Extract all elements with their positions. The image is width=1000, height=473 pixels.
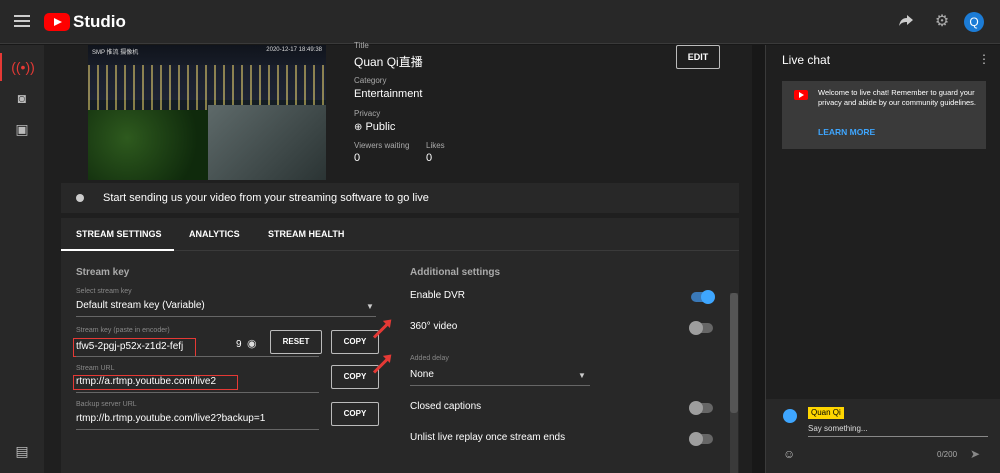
stream-settings-panel: STREAM SETTINGS ANALYTICS STREAM HEALTH … — [61, 218, 739, 473]
gear-icon[interactable]: ⚙ — [932, 12, 952, 32]
dvr-toggle[interactable] — [691, 290, 715, 304]
preview-label: SMP 推流 摄像机 — [92, 50, 139, 56]
scrollbar-thumb[interactable] — [730, 293, 738, 413]
backup-underline — [76, 429, 319, 430]
left-nav: ((•)) ◙ ▣ ▤ — [0, 45, 44, 473]
avatar — [783, 409, 797, 423]
privacy-label: Privacy — [354, 109, 381, 118]
dvr-label: Enable DVR — [410, 290, 466, 301]
additional-title: Additional settings — [410, 267, 500, 278]
category-label: Category — [354, 76, 387, 85]
key-label: Stream key (paste in encoder) — [76, 327, 170, 334]
title-label: Title — [354, 41, 369, 50]
likes-label: Likes — [426, 141, 445, 150]
learn-more-link[interactable]: LEARN MORE — [818, 127, 875, 137]
tab-bar: STREAM SETTINGS ANALYTICS STREAM HEALTH — [61, 218, 739, 251]
tab-analytics[interactable]: ANALYTICS — [189, 229, 240, 239]
select-underline — [76, 316, 376, 317]
welcome-card: Welcome to live chat! Remember to guard … — [782, 81, 986, 149]
char-counter: 0/200 — [937, 450, 958, 459]
status-text: Start sending us your video from your st… — [103, 192, 429, 204]
reset-button[interactable]: RESET — [270, 330, 322, 354]
send-icon[interactable]: ➤ — [970, 447, 980, 461]
likes-value: 0 — [426, 152, 433, 164]
captions-label: Closed captions — [410, 401, 482, 412]
active-tab-indicator — [61, 249, 174, 251]
copy-key-button[interactable]: COPY — [331, 330, 379, 354]
url-underline — [76, 392, 319, 393]
chevron-down-icon[interactable]: ▼ — [578, 371, 586, 380]
chevron-down-icon[interactable]: ▼ — [366, 302, 374, 311]
camera-icon[interactable]: ◙ — [0, 84, 44, 112]
edit-button[interactable]: EDIT — [676, 45, 720, 69]
chat-input-underline — [808, 436, 988, 437]
unlist-toggle[interactable] — [689, 432, 713, 446]
chat-input[interactable]: Say something... — [808, 424, 868, 433]
backup-label: Backup server URL — [76, 401, 137, 408]
top-bar: Studio ⚙ Q — [0, 0, 1000, 44]
main-content: SMP 推流 摄像机 2020-12-17 18:49:38 Title Qua… — [44, 41, 752, 473]
stream-title: Quan Qi直播 — [354, 55, 423, 69]
tab-stream-settings[interactable]: STREAM SETTINGS — [76, 229, 162, 239]
video360-label: 360° video — [410, 321, 458, 332]
share-icon[interactable] — [896, 12, 916, 32]
delay-underline — [410, 385, 590, 386]
settings-scrollbar[interactable] — [730, 293, 738, 473]
more-options-icon[interactable]: ⋮ — [978, 52, 990, 66]
unlist-label: Unlist live replay once stream ends — [410, 432, 566, 443]
eye-icon[interactable]: ◉ — [247, 337, 257, 350]
app-title: Studio — [73, 12, 126, 31]
status-bar: Start sending us your video from your st… — [61, 183, 739, 213]
feedback-icon[interactable]: ▤ — [0, 437, 44, 465]
tab-stream-health[interactable]: STREAM HEALTH — [268, 229, 344, 239]
key-count: 9 — [236, 339, 242, 350]
backup-input[interactable]: rtmp://b.rtmp.youtube.com/live2?backup=1 — [76, 413, 265, 424]
viewers-value: 0 — [354, 152, 361, 164]
select-key-label: Select stream key — [76, 288, 132, 295]
url-input[interactable]: rtmp://a.rtmp.youtube.com/live2 — [76, 376, 216, 387]
stream-key-title: Stream key — [76, 267, 130, 278]
welcome-text: Welcome to live chat! Remember to guard … — [818, 88, 977, 107]
category-value: Entertainment — [354, 88, 423, 100]
status-dot-icon — [76, 194, 84, 202]
copy-url-button[interactable]: COPY — [331, 365, 379, 389]
chat-title: Live chat — [782, 53, 831, 67]
avatar[interactable]: Q — [964, 12, 984, 32]
menu-icon[interactable] — [14, 15, 30, 27]
chat-input-area: Quan Qi Say something... ☺ 0/200 ➤ — [766, 399, 1000, 473]
live-chat-panel: Live chat ⋮ Welcome to live chat! Rememb… — [765, 45, 1000, 473]
youtube-icon — [794, 90, 808, 100]
key-underline — [76, 356, 319, 357]
video360-toggle[interactable] — [689, 321, 713, 335]
calendar-icon[interactable]: ▣ — [0, 115, 44, 143]
globe-icon: ⊕ — [354, 122, 363, 133]
privacy-value: Public — [365, 121, 396, 133]
emoji-icon[interactable]: ☺ — [783, 447, 795, 461]
viewers-label: Viewers waiting — [354, 141, 410, 150]
delay-label: Added delay — [410, 355, 449, 362]
url-label: Stream URL — [76, 365, 115, 372]
select-key-value[interactable]: Default stream key (Variable) — [76, 300, 205, 311]
user-name-badge: Quan Qi — [808, 407, 844, 419]
live-icon[interactable]: ((•)) — [0, 53, 44, 81]
copy-backup-button[interactable]: COPY — [331, 402, 379, 426]
key-input[interactable]: tfw5-2pgj-p52x-z1d2-fefj — [76, 341, 183, 352]
youtube-logo-icon[interactable] — [44, 13, 70, 31]
preview-timestamp: 2020-12-17 18:49:38 — [266, 47, 322, 53]
stream-preview: SMP 推流 摄像机 2020-12-17 18:49:38 — [88, 45, 326, 180]
captions-toggle[interactable] — [689, 401, 713, 415]
delay-select[interactable]: None — [410, 369, 434, 380]
privacy-row: ⊕ Public — [354, 121, 395, 133]
